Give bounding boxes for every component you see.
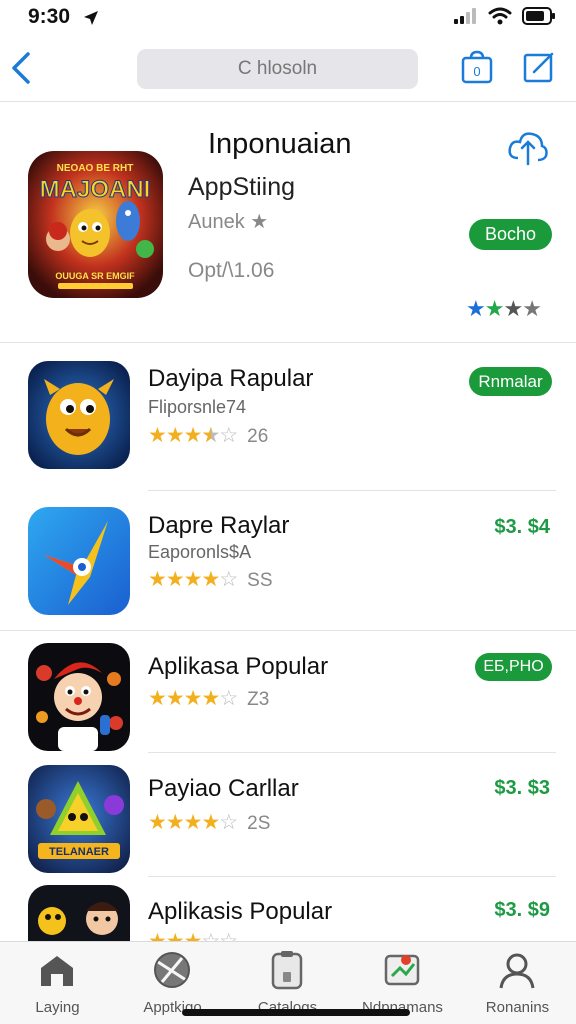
home-icon — [41, 956, 73, 986]
tab-ronanins[interactable]: Ronanins — [460, 942, 575, 1024]
app-title: Aplikasis Popular — [148, 898, 333, 925]
app-icon[interactable] — [28, 885, 130, 941]
globe-icon — [154, 952, 190, 988]
app-rating: ★★★★ ★ ☆ 26 — [148, 424, 269, 447]
featured-rating: ★★★★ — [466, 296, 542, 322]
tab-label: Laying — [35, 999, 80, 1016]
map-icon — [384, 954, 420, 986]
search-input[interactable]: C hlosoln — [137, 49, 418, 89]
app-icon[interactable] — [28, 643, 130, 751]
signal-icon — [454, 8, 476, 24]
phone-icon — [271, 951, 303, 990]
star-icon: ★ — [503, 296, 523, 321]
featured-icon-text-top: NEOAO BE RHT — [57, 163, 134, 174]
wifi-icon — [488, 7, 512, 25]
featured-get-button[interactable]: Bocho — [469, 219, 552, 250]
back-chevron-icon[interactable] — [8, 48, 36, 88]
rating-count: 26 — [247, 426, 269, 447]
rating-count: SS — [247, 570, 273, 591]
location-arrow-icon — [84, 11, 98, 25]
app-title: Payiao Carllar — [148, 775, 299, 802]
app-icon[interactable] — [28, 507, 130, 615]
battery-icon — [522, 7, 555, 25]
get-button[interactable]: EБ,PHO — [475, 653, 552, 681]
app-title: Aplikasa Popular — [148, 653, 329, 680]
featured-app-version: Opt/\1.06 — [188, 259, 275, 282]
person-icon — [499, 953, 535, 989]
home-indicator[interactable] — [182, 1009, 410, 1016]
star-icon: ★ — [522, 296, 542, 321]
app-icon-text: TELANAER — [49, 846, 109, 858]
featured-app-subtitle: Aunek ★ — [188, 211, 269, 233]
app-subtitle: Fliporsnle74 — [148, 397, 247, 417]
tab-label: Ronanins — [485, 999, 550, 1016]
list-item[interactable]: Dayipa Rapular Fliporsnle74 ★★★★ ★ ☆ 26 Rnm… — [0, 343, 576, 491]
price-label[interactable]: $3. $9 — [494, 899, 550, 922]
featured-heading: Inponuaian — [208, 128, 352, 160]
featured-card[interactable]: Inponuaian NEOAO BE RHT MAJOANI OUUGA SR… — [0, 103, 576, 343]
list-item[interactable]: Dapre Raylar Eaporonls$A ★★★★☆ SS $3. $4 — [0, 491, 576, 631]
clown-artwork — [28, 643, 130, 751]
app-rating: ★★★☆☆ — [148, 929, 238, 941]
price-label[interactable]: $3. $4 — [494, 516, 550, 539]
app-icon[interactable]: TELANAER — [28, 765, 130, 873]
app-icon[interactable] — [28, 361, 130, 469]
featured-icon-text-bottom: OUUGA SR EMGIF — [55, 271, 135, 281]
creature-artwork: TELANAER — [28, 765, 130, 873]
monster-artwork — [28, 361, 130, 469]
featured-artwork: NEOAO BE RHT MAJOANI OUUGA SR EMGIF — [28, 151, 163, 298]
bag-icon[interactable]: 0 — [460, 50, 494, 84]
status-time: 9:30 — [28, 5, 71, 28]
tab-laying[interactable]: Laying — [0, 942, 115, 1024]
app-title: Dayipa Rapular — [148, 365, 314, 392]
featured-app-icon[interactable]: NEOAO BE RHT MAJOANI OUUGA SR EMGIF — [28, 151, 163, 298]
mascot-artwork — [28, 885, 130, 941]
app-subtitle: Eaporonls$A — [148, 542, 252, 562]
price-label[interactable]: $3. $3 — [494, 777, 550, 800]
featured-app-name: AppStiing — [188, 173, 296, 201]
bag-badge: 0 — [473, 64, 480, 79]
app-rating: ★★★★☆ SS — [148, 568, 273, 591]
get-button[interactable]: Rnmalar — [469, 367, 552, 396]
rating-count: 2S — [247, 813, 271, 834]
search-placeholder: C hlosoln — [237, 58, 318, 79]
star-artwork — [28, 507, 130, 615]
star-icon: ★ — [466, 296, 486, 321]
list-item[interactable]: Aplikasa Popular ★★★★☆ Z3 EБ,PHO — [0, 631, 576, 753]
app-rating: ★★★★☆ 2S — [148, 811, 271, 834]
share-icon[interactable] — [506, 128, 550, 166]
star-icon: ★ — [484, 296, 505, 321]
app-rating: ★★★★☆ Z3 — [148, 687, 270, 710]
status-icons — [454, 7, 556, 25]
status-bar: 9:30 — [0, 0, 576, 34]
app-title: Dapre Raylar — [148, 512, 290, 539]
nav-bar: C hlosoln 0 — [0, 34, 576, 102]
featured-icon-text-big: MAJOANI — [40, 176, 151, 203]
rating-count: Z3 — [247, 689, 270, 710]
compose-icon[interactable] — [522, 50, 556, 84]
list-item[interactable]: Aplikasis Popular ★★★☆☆ $3. $9 — [0, 877, 576, 941]
list-item[interactable]: TELANAER Payiao Carllar ★★★★☆ 2S $3. $3 — [0, 753, 576, 877]
